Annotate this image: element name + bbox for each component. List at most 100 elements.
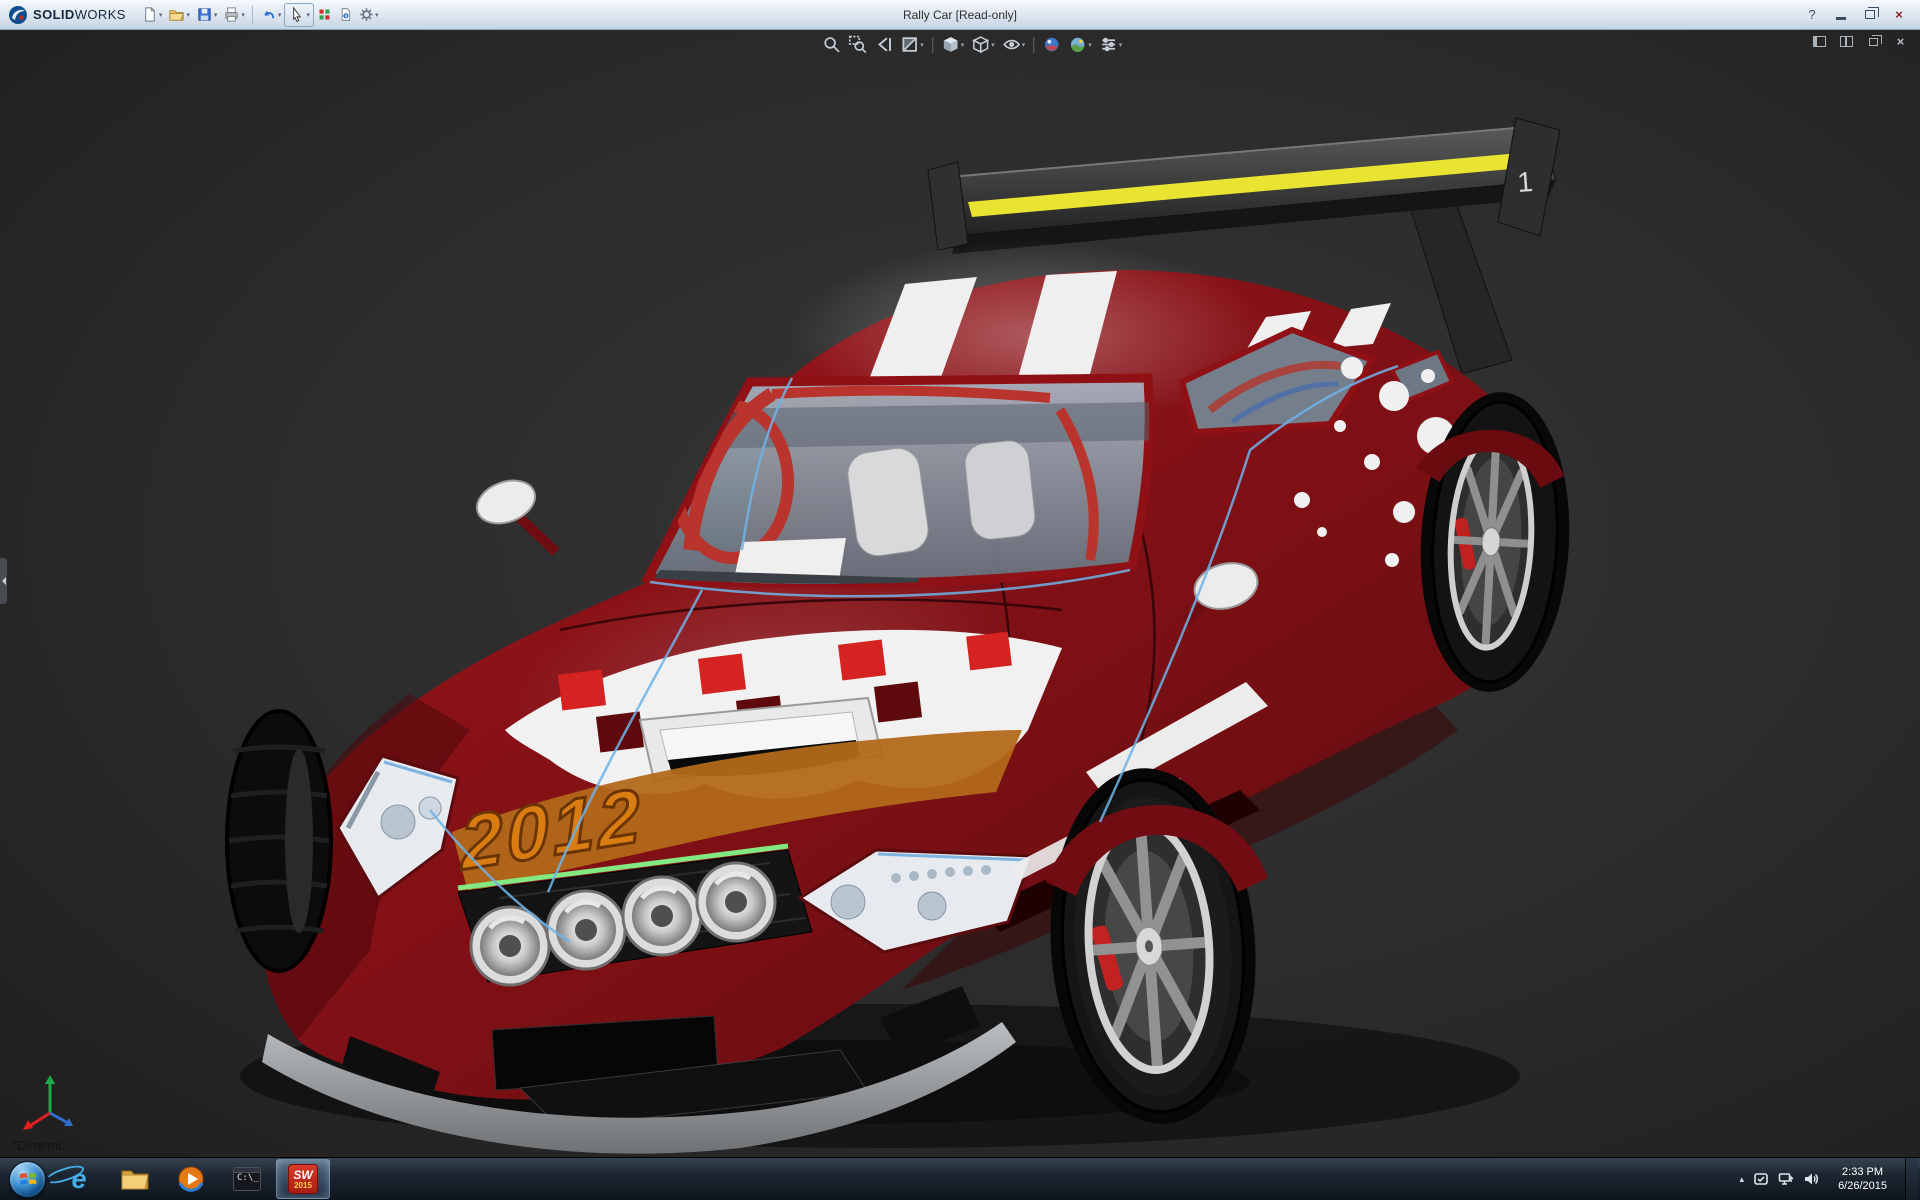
taskbar-item-file-explorer[interactable] — [108, 1159, 162, 1199]
close-button[interactable]: × — [1886, 5, 1912, 24]
wing-number: 1 — [1516, 166, 1534, 198]
minimize-button[interactable] — [1828, 5, 1854, 24]
chevron-down-icon[interactable]: ▾ — [1022, 41, 1026, 49]
standard-toolbar: ▾ ▾ ▾ — [138, 3, 382, 27]
restore-document-button[interactable] — [1864, 34, 1883, 49]
zoom-to-fit-button[interactable] — [819, 33, 844, 56]
section-view-button[interactable]: ▾ — [897, 33, 927, 56]
zoom-to-area-icon — [848, 35, 867, 54]
toolbar-separator — [1033, 37, 1034, 53]
undo-button[interactable]: ▾ — [257, 3, 285, 27]
clock-date: 6/26/2015 — [1838, 1179, 1887, 1193]
taskbar-item-internet-explorer[interactable]: e — [52, 1159, 106, 1199]
open-folder-icon — [168, 6, 185, 23]
open-button[interactable]: ▾ — [165, 3, 193, 27]
heads-up-view-toolbar: ▾ ▾ ▾ — [819, 33, 1125, 56]
windshield[interactable] — [640, 378, 1160, 592]
hide-show-items-button[interactable]: ▾ — [999, 33, 1029, 56]
undo-icon — [260, 6, 277, 23]
show-desktop-button[interactable] — [1905, 1158, 1918, 1200]
document-window-controls: × — [1810, 34, 1910, 49]
chevron-down-icon[interactable]: ▾ — [159, 11, 163, 19]
save-button[interactable]: ▾ — [193, 3, 221, 27]
chevron-down-icon[interactable]: ▾ — [1088, 41, 1092, 49]
minimize-icon — [1836, 17, 1846, 20]
taskbar-item-console-window[interactable]: C:\_ — [220, 1159, 274, 1199]
close-document-button[interactable]: × — [1891, 34, 1910, 49]
chevron-down-icon[interactable]: ▾ — [306, 11, 310, 19]
rebuild-button[interactable] — [314, 3, 335, 27]
help-button[interactable]: ? — [1799, 5, 1825, 24]
graphics-area[interactable]: 1 — [0, 30, 1920, 1157]
console-window-icon: C:\_ — [233, 1167, 261, 1191]
file-properties-button[interactable] — [335, 3, 356, 27]
window-controls: ? × — [1799, 5, 1920, 24]
solidworks-2015-icon: SW 2015 — [288, 1164, 318, 1194]
clock-time: 2:33 PM — [1838, 1165, 1887, 1179]
chevron-down-icon[interactable]: ▾ — [278, 11, 282, 19]
restore-button[interactable] — [1857, 5, 1883, 24]
section-view-icon — [900, 35, 919, 54]
chevron-down-icon[interactable]: ▾ — [214, 11, 218, 19]
view-orientation-button[interactable]: ▾ — [938, 33, 968, 56]
system-tray: ▴ 2:33 PM 6/26/2015 — [1740, 1158, 1920, 1200]
restore-icon — [1865, 10, 1875, 19]
rebuild-icon — [317, 7, 332, 22]
volume-icon[interactable] — [1803, 1171, 1820, 1187]
view-orientation-cube-icon — [941, 35, 960, 54]
print-button[interactable]: ▾ — [220, 3, 248, 27]
scene-globe-icon — [1068, 35, 1087, 54]
edit-appearance-button[interactable] — [1039, 33, 1064, 56]
view-settings-icon — [1099, 35, 1118, 54]
orientation-triad — [20, 1069, 84, 1133]
model-scene[interactable]: 1 — [0, 30, 1920, 1157]
restore-document-icon — [1869, 38, 1878, 46]
taskbar-item-solidworks-2015[interactable]: SW 2015 — [276, 1159, 330, 1199]
eye-icon — [1002, 35, 1021, 54]
new-document-button[interactable]: ▾ — [138, 3, 166, 27]
chevron-down-icon[interactable]: ▾ — [186, 11, 190, 19]
action-center-icon[interactable] — [1753, 1171, 1769, 1187]
toolbar-separator — [932, 37, 933, 53]
wheel-front-left[interactable] — [227, 711, 331, 971]
start-button[interactable] — [9, 1161, 46, 1198]
taskbar-clock[interactable]: 2:33 PM 6/26/2015 — [1829, 1165, 1896, 1193]
pane-left-icon — [1813, 36, 1826, 47]
taskbar-item-media-player[interactable] — [164, 1159, 218, 1199]
pane-left-button[interactable] — [1810, 34, 1829, 49]
toolbar-separator — [252, 6, 253, 24]
chevron-down-icon[interactable]: ▾ — [375, 11, 379, 19]
chevron-down-icon[interactable]: ▾ — [961, 41, 965, 49]
view-settings-button[interactable]: ▾ — [1096, 33, 1126, 56]
gear-icon — [359, 7, 374, 22]
apply-scene-button[interactable]: ▾ — [1065, 33, 1095, 56]
mirror-left[interactable] — [471, 473, 556, 552]
new-document-icon — [141, 6, 158, 23]
file-properties-icon — [338, 7, 353, 22]
panel-collapse-tab[interactable] — [0, 558, 7, 604]
display-style-button[interactable]: ▾ — [968, 33, 998, 56]
previous-view-icon — [874, 35, 893, 54]
file-explorer-icon — [120, 1166, 150, 1192]
windows-taskbar: e C:\_ SW 201 — [0, 1157, 1920, 1200]
windows-flag-icon — [18, 1171, 37, 1188]
hidden-icons-button[interactable]: ▴ — [1740, 1174, 1745, 1185]
view-orientation-label: *Dimetric — [12, 1138, 65, 1153]
chevron-down-icon[interactable]: ▾ — [241, 11, 245, 19]
print-icon — [223, 6, 240, 23]
appearance-ball-icon — [1042, 35, 1061, 54]
chevron-down-icon[interactable]: ▾ — [920, 41, 924, 49]
select-cursor-icon — [288, 6, 305, 23]
solidworks-logo: SOLIDWORKS — [0, 5, 138, 25]
zoom-to-area-button[interactable] — [845, 33, 870, 56]
options-button[interactable]: ▾ — [356, 3, 382, 27]
chevron-down-icon[interactable]: ▾ — [1119, 41, 1123, 49]
solidworks-window: SOLIDWORKS ▾ ▾ — [0, 0, 1920, 1200]
chevron-down-icon[interactable]: ▾ — [991, 41, 995, 49]
media-player-icon — [177, 1165, 205, 1193]
select-button[interactable]: ▾ — [284, 3, 314, 27]
previous-view-button[interactable] — [871, 33, 896, 56]
network-icon[interactable] — [1778, 1171, 1794, 1187]
pane-split-button[interactable] — [1837, 34, 1856, 49]
titlebar: SOLIDWORKS ▾ ▾ — [0, 0, 1920, 30]
